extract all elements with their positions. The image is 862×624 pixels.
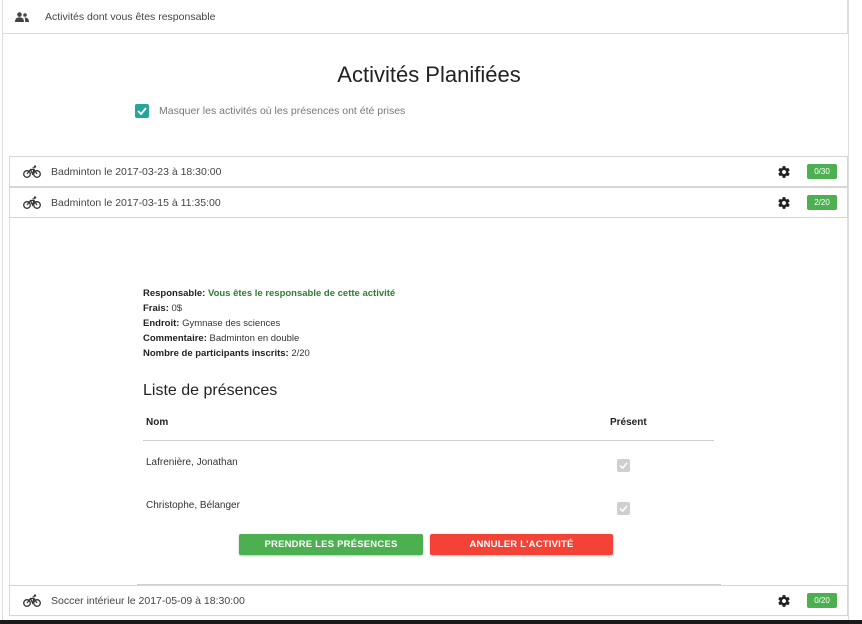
attendance-list-title: Liste de présences bbox=[143, 382, 278, 399]
hide-taken-checkbox[interactable] bbox=[135, 104, 149, 118]
check-icon bbox=[619, 505, 628, 512]
gear-icon[interactable] bbox=[777, 195, 793, 211]
endroit-line: Endroit: Gymnase des sciences bbox=[143, 318, 281, 329]
right-border bbox=[848, 0, 849, 620]
responsable-value: Vous êtes le responsable de cette activi… bbox=[207, 288, 396, 299]
left-border bbox=[2, 34, 3, 620]
activity-detail-panel bbox=[9, 218, 848, 585]
table-header: Nom Présent bbox=[143, 412, 714, 441]
present-checkbox[interactable] bbox=[617, 459, 630, 472]
cancel-activity-button[interactable]: ANNULER L'ACTIVITÉ bbox=[430, 534, 613, 555]
column-header-name: Nom bbox=[146, 417, 169, 428]
participant-name: Lafrenière, Jonathan bbox=[146, 457, 238, 468]
bicycle-icon bbox=[23, 196, 41, 210]
frais-line: Frais: 0$ bbox=[143, 303, 183, 314]
take-attendance-button[interactable]: PRENDRE LES PRÉSENCES bbox=[239, 534, 423, 555]
activity-row[interactable]: Badminton le 2017-03-15 à 11:35:00 2/20 bbox=[9, 187, 848, 218]
bicycle-icon bbox=[23, 594, 41, 608]
hide-taken-toggle[interactable]: Masquer les activités où les présences o… bbox=[135, 104, 405, 118]
endroit-value: Gymnase des sciences bbox=[182, 318, 281, 329]
check-icon bbox=[619, 462, 628, 469]
page-title: Activités Planifiées bbox=[337, 62, 521, 87]
column-header-present: Présent bbox=[610, 417, 647, 428]
gear-icon[interactable] bbox=[777, 593, 793, 609]
attendance-table: Nom Présent Lafrenière, Jonathan Christo… bbox=[143, 412, 714, 527]
responsable-line: Responsable: Vous êtes le responsable de… bbox=[143, 288, 396, 299]
registration-count-badge: 0/30 bbox=[807, 164, 837, 179]
hide-taken-label[interactable]: Masquer les activités où les présences o… bbox=[159, 105, 405, 117]
gear-icon[interactable] bbox=[777, 164, 793, 180]
commentaire-value: Badminton en double bbox=[209, 333, 300, 344]
inscrits-value: 2/20 bbox=[291, 348, 310, 359]
present-checkbox[interactable] bbox=[617, 502, 630, 515]
registration-count-badge: 0/20 bbox=[807, 593, 837, 608]
activity-info: Responsable: Vous êtes le responsable de… bbox=[143, 286, 395, 361]
activity-title: Soccer intérieur le 2017-05-09 à 18:30:0… bbox=[51, 594, 245, 607]
participant-name: Christophe, Bélanger bbox=[146, 500, 240, 511]
activity-title: Badminton le 2017-03-23 à 18:30:00 bbox=[51, 165, 222, 178]
commentaire-line: Commentaire: Badminton en double bbox=[143, 333, 300, 344]
inscrits-line: Nombre de participants inscrits: 2/20 bbox=[143, 348, 310, 359]
responsible-activities-link[interactable]: Activités dont vous êtes responsable bbox=[45, 11, 215, 23]
activity-row[interactable]: Badminton le 2017-03-23 à 18:30:00 0/30 bbox=[9, 156, 848, 187]
frais-value: 0$ bbox=[171, 303, 183, 314]
bottom-edge bbox=[0, 620, 862, 624]
table-row: Christophe, Bélanger bbox=[143, 484, 714, 527]
activity-row[interactable]: Soccer intérieur le 2017-05-09 à 18:30:0… bbox=[9, 585, 848, 616]
check-icon bbox=[137, 107, 147, 115]
bicycle-icon bbox=[23, 165, 41, 179]
activity-title: Badminton le 2017-03-15 à 11:35:00 bbox=[51, 196, 221, 209]
registration-count-badge: 2/20 bbox=[807, 195, 837, 210]
table-row: Lafrenière, Jonathan bbox=[143, 441, 714, 484]
top-bar: Activités dont vous êtes responsable bbox=[2, 0, 848, 34]
people-icon bbox=[15, 10, 31, 24]
